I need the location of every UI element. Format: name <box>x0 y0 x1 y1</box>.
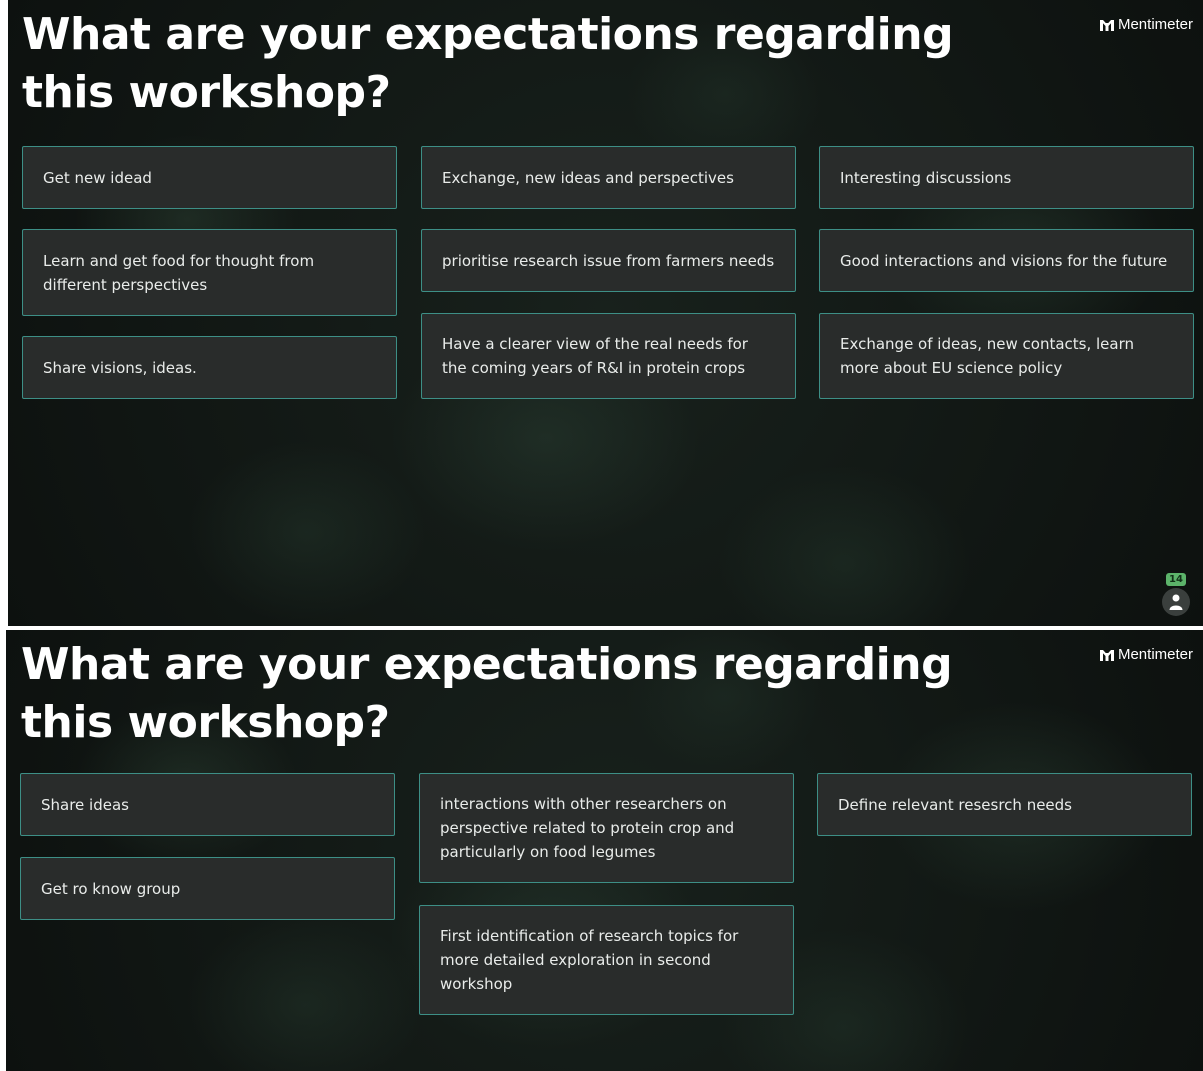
response-text: Exchange, new ideas and perspectives <box>442 168 734 187</box>
response-card: prioritise research issue from farmers n… <box>421 229 796 292</box>
response-text: Interesting discussions <box>840 168 1012 187</box>
mentimeter-logo-icon <box>1099 19 1114 31</box>
response-text: Exchange of ideas, new contacts, learn m… <box>840 335 1135 377</box>
response-card: Define relevant resesrch needs <box>817 773 1192 836</box>
response-text: Have a clearer view of the real needs fo… <box>442 335 748 377</box>
brand-name: Mentimeter <box>1117 16 1193 33</box>
participant-count-badge: 14 <box>1166 573 1186 586</box>
response-card: Share ideas <box>20 773 395 836</box>
slide-2: What are your expectations regarding thi… <box>0 630 1203 1071</box>
response-card: Good interactions and visions for the fu… <box>819 229 1194 292</box>
response-text: Define relevant resesrch needs <box>838 795 1073 814</box>
response-text: prioritise research issue from farmers n… <box>442 251 775 270</box>
response-card: Learn and get food for thought from diff… <box>22 229 397 316</box>
response-card: interactions with other researchers on p… <box>419 773 794 883</box>
question-title: What are your expectations regarding thi… <box>21 639 953 748</box>
brand: Mentimeter <box>1099 16 1193 33</box>
response-card: First identification of research topics … <box>419 905 794 1015</box>
response-text: Share ideas <box>41 795 129 814</box>
response-text: Get ro know group <box>41 879 181 898</box>
response-text: Share visions, ideas. <box>43 358 197 377</box>
mentimeter-logo-icon <box>1099 649 1114 661</box>
response-card: Get new idead <box>22 146 397 209</box>
participant-counter: 14 <box>1159 573 1193 616</box>
question-title: What are your expectations regarding thi… <box>22 9 954 118</box>
page: What are your expectations regarding thi… <box>0 0 1203 1071</box>
person-icon <box>1162 588 1190 616</box>
response-text: Get new idead <box>43 168 152 187</box>
slide-1: What are your expectations regarding thi… <box>0 0 1203 626</box>
response-card: Exchange of ideas, new contacts, learn m… <box>819 313 1194 399</box>
response-card: Exchange, new ideas and perspectives <box>421 146 796 209</box>
response-card: Get ro know group <box>20 857 395 920</box>
response-text: First identification of research topics … <box>440 927 739 993</box>
brand-name: Mentimeter <box>1117 646 1193 663</box>
response-text: Good interactions and visions for the fu… <box>840 251 1168 270</box>
response-card: Share visions, ideas. <box>22 336 397 399</box>
response-text: Learn and get food for thought from diff… <box>43 251 315 294</box>
response-card: Have a clearer view of the real needs fo… <box>421 313 796 399</box>
brand: Mentimeter <box>1099 646 1193 663</box>
response-text: interactions with other researchers on p… <box>440 795 735 861</box>
response-card: Interesting discussions <box>819 146 1194 209</box>
